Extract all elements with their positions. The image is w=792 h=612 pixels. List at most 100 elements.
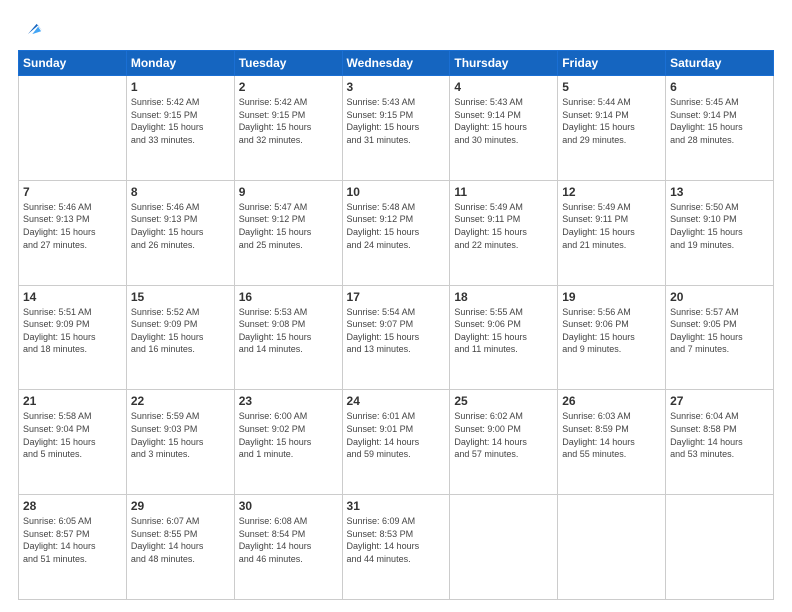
- day-number: 4: [454, 80, 553, 94]
- calendar-cell: 6 Sunrise: 5:45 AM Sunset: 9:14 PM Daylig…: [666, 76, 774, 181]
- day-info: Sunrise: 5:49 AM Sunset: 9:11 PM Dayligh…: [454, 201, 553, 251]
- calendar-header-row: SundayMondayTuesdayWednesdayThursdayFrid…: [19, 51, 774, 76]
- day-info: Sunrise: 6:04 AM Sunset: 8:58 PM Dayligh…: [670, 410, 769, 460]
- day-info: Sunrise: 5:45 AM Sunset: 9:14 PM Dayligh…: [670, 96, 769, 146]
- calendar-cell: 1 Sunrise: 5:42 AM Sunset: 9:15 PM Daylig…: [126, 76, 234, 181]
- calendar-cell: 5 Sunrise: 5:44 AM Sunset: 9:14 PM Daylig…: [558, 76, 666, 181]
- calendar-cell: 13Sunrise: 5:50 AM Sunset: 9:10 PM Dayli…: [666, 180, 774, 285]
- day-info: Sunrise: 6:02 AM Sunset: 9:00 PM Dayligh…: [454, 410, 553, 460]
- day-info: Sunrise: 5:54 AM Sunset: 9:07 PM Dayligh…: [347, 306, 446, 356]
- calendar-week-row: 28 Sunrise: 6:05 AM Sunset: 8:57 PM Dayli…: [19, 495, 774, 600]
- day-number: 22: [131, 394, 230, 408]
- day-number: 24: [347, 394, 446, 408]
- day-info: Sunrise: 5:42 AM Sunset: 9:15 PM Dayligh…: [239, 96, 338, 146]
- calendar-cell: 28 Sunrise: 6:05 AM Sunset: 8:57 PM Dayli…: [19, 495, 127, 600]
- calendar-header-day: Sunday: [19, 51, 127, 76]
- calendar-cell: [19, 76, 127, 181]
- day-info: Sunrise: 6:05 AM Sunset: 8:57 PM Dayligh…: [23, 515, 122, 565]
- calendar-header-day: Saturday: [666, 51, 774, 76]
- day-info: Sunrise: 5:55 AM Sunset: 9:06 PM Dayligh…: [454, 306, 553, 356]
- calendar-cell: 2 Sunrise: 5:42 AM Sunset: 9:15 PM Daylig…: [234, 76, 342, 181]
- calendar-cell: 22 Sunrise: 5:59 AM Sunset: 9:03 PM Dayli…: [126, 390, 234, 495]
- calendar-header-day: Thursday: [450, 51, 558, 76]
- page: SundayMondayTuesdayWednesdayThursdayFrid…: [0, 0, 792, 612]
- calendar-cell: 19Sunrise: 5:56 AM Sunset: 9:06 PM Dayli…: [558, 285, 666, 390]
- day-info: Sunrise: 5:56 AM Sunset: 9:06 PM Dayligh…: [562, 306, 661, 356]
- day-info: Sunrise: 5:51 AM Sunset: 9:09 PM Dayligh…: [23, 306, 122, 356]
- day-number: 30: [239, 499, 338, 513]
- calendar-cell: 31 Sunrise: 6:09 AM Sunset: 8:53 PM Dayli…: [342, 495, 450, 600]
- calendar-cell: 12 Sunrise: 5:49 AM Sunset: 9:11 PM Dayli…: [558, 180, 666, 285]
- day-info: Sunrise: 5:46 AM Sunset: 9:13 PM Dayligh…: [131, 201, 230, 251]
- calendar-week-row: 7 Sunrise: 5:46 AM Sunset: 9:13 PM Daylig…: [19, 180, 774, 285]
- calendar-cell: 18 Sunrise: 5:55 AM Sunset: 9:06 PM Dayli…: [450, 285, 558, 390]
- day-info: Sunrise: 5:53 AM Sunset: 9:08 PM Dayligh…: [239, 306, 338, 356]
- calendar-header-day: Friday: [558, 51, 666, 76]
- day-info: Sunrise: 5:49 AM Sunset: 9:11 PM Dayligh…: [562, 201, 661, 251]
- day-info: Sunrise: 6:03 AM Sunset: 8:59 PM Dayligh…: [562, 410, 661, 460]
- calendar-header-day: Tuesday: [234, 51, 342, 76]
- day-info: Sunrise: 6:07 AM Sunset: 8:55 PM Dayligh…: [131, 515, 230, 565]
- day-number: 31: [347, 499, 446, 513]
- calendar-cell: [666, 495, 774, 600]
- calendar-week-row: 1 Sunrise: 5:42 AM Sunset: 9:15 PM Daylig…: [19, 76, 774, 181]
- day-number: 17: [347, 290, 446, 304]
- day-number: 29: [131, 499, 230, 513]
- calendar-cell: 26 Sunrise: 6:03 AM Sunset: 8:59 PM Dayli…: [558, 390, 666, 495]
- calendar-cell: 24 Sunrise: 6:01 AM Sunset: 9:01 PM Dayli…: [342, 390, 450, 495]
- day-info: Sunrise: 5:46 AM Sunset: 9:13 PM Dayligh…: [23, 201, 122, 251]
- day-number: 6: [670, 80, 769, 94]
- day-info: Sunrise: 5:59 AM Sunset: 9:03 PM Dayligh…: [131, 410, 230, 460]
- day-number: 2: [239, 80, 338, 94]
- calendar-cell: 9 Sunrise: 5:47 AM Sunset: 9:12 PM Daylig…: [234, 180, 342, 285]
- day-info: Sunrise: 5:43 AM Sunset: 9:15 PM Dayligh…: [347, 96, 446, 146]
- day-number: 27: [670, 394, 769, 408]
- day-info: Sunrise: 5:58 AM Sunset: 9:04 PM Dayligh…: [23, 410, 122, 460]
- calendar-cell: 29 Sunrise: 6:07 AM Sunset: 8:55 PM Dayli…: [126, 495, 234, 600]
- calendar-cell: 14Sunrise: 5:51 AM Sunset: 9:09 PM Dayli…: [19, 285, 127, 390]
- day-number: 8: [131, 185, 230, 199]
- calendar-cell: 10 Sunrise: 5:48 AM Sunset: 9:12 PM Dayli…: [342, 180, 450, 285]
- day-number: 28: [23, 499, 122, 513]
- day-info: Sunrise: 5:44 AM Sunset: 9:14 PM Dayligh…: [562, 96, 661, 146]
- day-number: 26: [562, 394, 661, 408]
- day-number: 11: [454, 185, 553, 199]
- day-number: 9: [239, 185, 338, 199]
- day-info: Sunrise: 5:52 AM Sunset: 9:09 PM Dayligh…: [131, 306, 230, 356]
- calendar-table: SundayMondayTuesdayWednesdayThursdayFrid…: [18, 50, 774, 600]
- day-info: Sunrise: 5:43 AM Sunset: 9:14 PM Dayligh…: [454, 96, 553, 146]
- header: [18, 18, 774, 40]
- logo: [18, 18, 44, 40]
- day-info: Sunrise: 5:48 AM Sunset: 9:12 PM Dayligh…: [347, 201, 446, 251]
- day-number: 7: [23, 185, 122, 199]
- day-number: 5: [562, 80, 661, 94]
- calendar-cell: 11 Sunrise: 5:49 AM Sunset: 9:11 PM Dayli…: [450, 180, 558, 285]
- day-number: 10: [347, 185, 446, 199]
- day-number: 20: [670, 290, 769, 304]
- calendar-cell: 30 Sunrise: 6:08 AM Sunset: 8:54 PM Dayli…: [234, 495, 342, 600]
- day-number: 13: [670, 185, 769, 199]
- day-number: 3: [347, 80, 446, 94]
- day-number: 1: [131, 80, 230, 94]
- day-info: Sunrise: 6:01 AM Sunset: 9:01 PM Dayligh…: [347, 410, 446, 460]
- calendar-cell: 20Sunrise: 5:57 AM Sunset: 9:05 PM Dayli…: [666, 285, 774, 390]
- calendar-cell: 7 Sunrise: 5:46 AM Sunset: 9:13 PM Daylig…: [19, 180, 127, 285]
- day-info: Sunrise: 5:42 AM Sunset: 9:15 PM Dayligh…: [131, 96, 230, 146]
- calendar-cell: 27 Sunrise: 6:04 AM Sunset: 8:58 PM Dayli…: [666, 390, 774, 495]
- day-info: Sunrise: 5:47 AM Sunset: 9:12 PM Dayligh…: [239, 201, 338, 251]
- calendar-cell: 25Sunrise: 6:02 AM Sunset: 9:00 PM Dayli…: [450, 390, 558, 495]
- calendar-cell: 21Sunrise: 5:58 AM Sunset: 9:04 PM Dayli…: [19, 390, 127, 495]
- day-number: 12: [562, 185, 661, 199]
- day-info: Sunrise: 6:09 AM Sunset: 8:53 PM Dayligh…: [347, 515, 446, 565]
- calendar-cell: 3 Sunrise: 5:43 AM Sunset: 9:15 PM Daylig…: [342, 76, 450, 181]
- calendar-cell: 15 Sunrise: 5:52 AM Sunset: 9:09 PM Dayli…: [126, 285, 234, 390]
- calendar-header-day: Wednesday: [342, 51, 450, 76]
- day-number: 23: [239, 394, 338, 408]
- calendar-cell: 16Sunrise: 5:53 AM Sunset: 9:08 PM Dayli…: [234, 285, 342, 390]
- day-number: 15: [131, 290, 230, 304]
- calendar-week-row: 14Sunrise: 5:51 AM Sunset: 9:09 PM Dayli…: [19, 285, 774, 390]
- day-number: 18: [454, 290, 553, 304]
- logo-icon: [22, 18, 44, 40]
- day-info: Sunrise: 6:00 AM Sunset: 9:02 PM Dayligh…: [239, 410, 338, 460]
- day-info: Sunrise: 6:08 AM Sunset: 8:54 PM Dayligh…: [239, 515, 338, 565]
